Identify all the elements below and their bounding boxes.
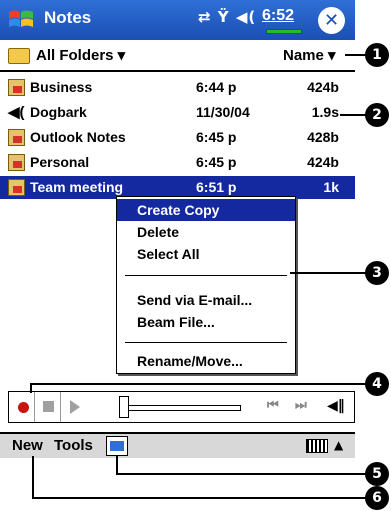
file-name: Business [30, 79, 93, 95]
play-icon [70, 400, 80, 414]
note-icon [8, 154, 25, 171]
file-date: 6:51 p [196, 179, 237, 195]
callout-3: 3 [365, 261, 389, 285]
menu-item-delete[interactable]: Delete [117, 221, 295, 243]
callout-line [116, 473, 366, 475]
callout-line [30, 383, 366, 385]
callout-line [30, 383, 32, 393]
file-name: Outlook Notes [30, 129, 126, 145]
callout-line [290, 272, 366, 274]
file-date: 11/30/04 [196, 104, 250, 120]
list-item[interactable]: Business 6:44 p 424b [0, 76, 355, 99]
file-size: 424b [307, 154, 339, 170]
clock[interactable]: 6:52 [262, 7, 294, 25]
menu-item-create-copy[interactable]: Create Copy [117, 199, 295, 221]
folder-dropdown[interactable]: All Folders ▾ [36, 46, 125, 64]
callout-5: 5 [365, 462, 389, 486]
folder-bar: All Folders ▾ Name ▾ [0, 40, 355, 72]
battery-icon [266, 29, 302, 34]
callout-line [32, 456, 34, 498]
menu-item-send-email[interactable]: Send via E-mail... [117, 289, 295, 311]
file-date: 6:44 p [196, 79, 237, 95]
title-bar: Notes ⇄ Ÿ ◀( 6:52 ✕ [0, 0, 355, 40]
callout-line [32, 497, 366, 499]
stop-button[interactable] [35, 392, 61, 422]
input-panel-arrow-icon[interactable]: ▲ [334, 438, 343, 452]
app-title: Notes [44, 8, 92, 27]
folder-icon [8, 48, 30, 64]
playback-slider-thumb[interactable] [119, 396, 129, 418]
callout-line [116, 456, 118, 474]
menu-item-beam-file[interactable]: Beam File... [117, 311, 295, 333]
menu-divider [125, 275, 287, 276]
skip-forward-icon[interactable]: ⏭ [295, 398, 307, 413]
skip-back-icon[interactable]: ⏮ [267, 398, 279, 413]
callout-6: 6 [365, 486, 389, 510]
play-button[interactable] [61, 392, 87, 422]
record-icon [18, 402, 29, 413]
list-item[interactable]: Outlook Notes 6:45 p 428b [0, 126, 355, 149]
list-item[interactable]: Personal 6:45 p 424b [0, 151, 355, 174]
callout-line [345, 54, 367, 56]
file-name: Personal [30, 154, 90, 170]
callout-2: 2 [365, 103, 389, 127]
menu-item-select-all[interactable]: Select All [117, 243, 295, 265]
note-icon [8, 79, 25, 96]
record-button[interactable] [9, 392, 35, 422]
context-menu: Create Copy Delete Select All Send via E… [116, 196, 296, 374]
playback-slider-track[interactable] [121, 405, 241, 411]
recording-toolbar: ⏮ ⏭ ◀‖ [8, 391, 355, 423]
callout-1: 1 [365, 43, 389, 67]
file-date: 6:45 p [196, 154, 237, 170]
file-name: Team meeting [30, 179, 124, 195]
stop-icon [43, 401, 54, 412]
file-size: 424b [307, 79, 339, 95]
tools-menu[interactable]: Tools [54, 437, 93, 454]
new-button[interactable]: New [12, 437, 43, 454]
note-icon [8, 179, 25, 196]
menu-divider [125, 342, 287, 343]
menu-item-rename-move[interactable]: Rename/Move... [117, 350, 295, 372]
close-button[interactable]: ✕ [318, 7, 345, 34]
file-name: Dogbark [30, 104, 87, 120]
file-size: 1.9s [311, 104, 339, 120]
command-bar: New Tools ▲ [0, 432, 355, 458]
callout-line [340, 114, 366, 116]
keyboard-icon[interactable] [306, 439, 328, 453]
recorder-toggle-icon[interactable] [106, 436, 128, 456]
file-size: 1k [323, 179, 339, 195]
file-date: 6:45 p [196, 129, 237, 145]
connectivity-icons[interactable]: ⇄ Ÿ ◀( [198, 8, 256, 26]
sound-icon: ◀( [8, 104, 25, 121]
callout-4: 4 [365, 372, 389, 396]
start-menu-icon[interactable] [6, 6, 36, 34]
note-icon [8, 129, 25, 146]
sort-dropdown[interactable]: Name ▾ [283, 46, 336, 64]
list-item[interactable]: ◀( Dogbark 11/30/04 1.9s [0, 101, 355, 124]
volume-icon[interactable]: ◀‖ [327, 398, 345, 414]
pocket-pc-screen: Notes ⇄ Ÿ ◀( 6:52 ✕ All Folders ▾ Name ▾… [0, 0, 355, 511]
file-size: 428b [307, 129, 339, 145]
